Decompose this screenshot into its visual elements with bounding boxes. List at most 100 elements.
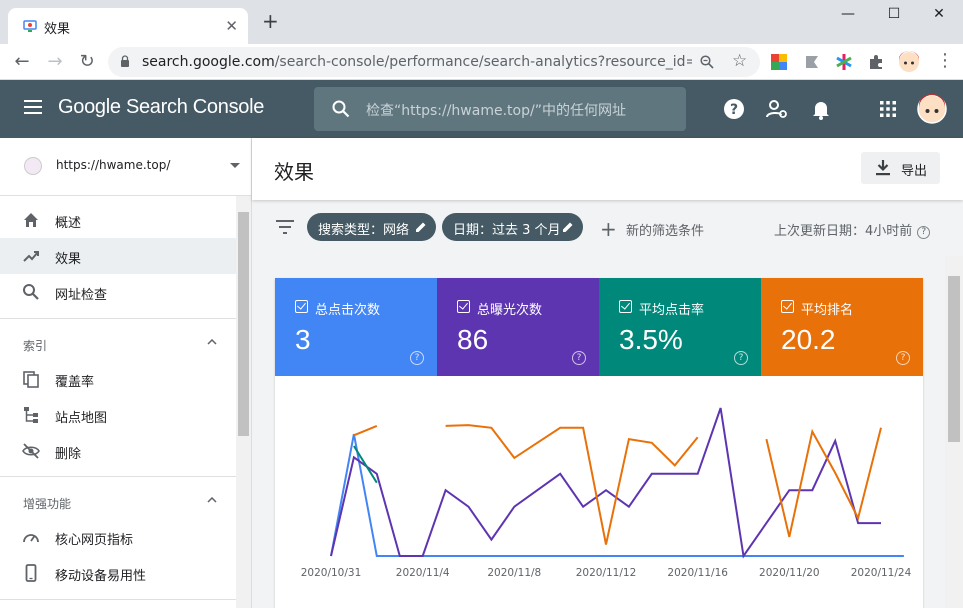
browser-tab[interactable]: 效果 ✕	[8, 8, 248, 44]
filter-chip-search-type[interactable]: 搜索类型：网络	[307, 213, 436, 241]
page-title-bar: 效果 导出	[252, 138, 963, 200]
search-placeholder: 检查“https://hwame.top/”中的任何网址	[366, 103, 626, 119]
section-title: 增强功能	[23, 497, 72, 511]
export-button[interactable]: 导出	[861, 152, 940, 184]
sidebar-item-label: 删除	[55, 447, 82, 462]
hamburger-menu-icon[interactable]	[24, 100, 42, 114]
metric-value: 3	[295, 324, 311, 355]
metric-label: 总曝光次数	[477, 303, 543, 318]
edit-pencil-icon	[416, 222, 426, 232]
filter-icon[interactable]	[276, 220, 294, 234]
chevron-up-icon	[207, 339, 217, 345]
edit-pencil-icon	[563, 222, 573, 232]
profile-avatar-icon[interactable]	[898, 51, 920, 73]
sidebar-divider	[0, 318, 236, 319]
help-circle-icon[interactable]: ?	[572, 351, 586, 365]
help-circle-icon[interactable]: ?	[410, 351, 424, 365]
sidebar-item-label: 效果	[55, 252, 82, 267]
metric-total-clicks[interactable]: 总点击次数 3 ?	[275, 278, 437, 376]
extensions-puzzle-icon[interactable]	[867, 53, 885, 71]
help-circle-icon[interactable]: ?	[917, 226, 931, 239]
tab-close-icon[interactable]: ✕	[225, 17, 238, 35]
browser-tab-bar: 效果 ✕ + — ☐ ✕	[0, 0, 963, 44]
chart-series-line[interactable]	[330, 407, 881, 559]
download-icon	[876, 160, 890, 176]
url-omnibox[interactable]: search.google.com/search-console/perform…	[108, 47, 760, 77]
account-avatar[interactable]	[917, 94, 947, 124]
checkbox-checked-icon	[781, 300, 794, 313]
metric-value: 20.2	[781, 324, 836, 355]
last-updated-label: 上次更新日期：4小时前	[774, 224, 913, 239]
extension-asterisk-icon[interactable]	[835, 53, 853, 71]
filter-chip-date[interactable]: 日期：过去 3 个月	[442, 213, 583, 241]
reload-icon[interactable]: ↻	[75, 50, 99, 74]
back-arrow-icon[interactable]: ←	[10, 50, 34, 74]
add-filter-label: 新的筛选条件	[626, 224, 705, 239]
app-logo[interactable]: Google Search Console	[58, 96, 264, 119]
page-title: 效果	[274, 160, 314, 184]
sidebar-scrollbar[interactable]	[236, 196, 251, 608]
help-icon[interactable]: ?	[722, 97, 746, 121]
search-console-favicon-icon	[23, 20, 37, 32]
chevron-up-icon	[207, 497, 217, 503]
home-icon	[24, 213, 38, 227]
sidebar-item-label: 概述	[55, 216, 82, 231]
url-inspect-search-input[interactable]: 检查“https://hwame.top/”中的任何网址	[314, 87, 686, 131]
metric-average-position[interactable]: 平均排名 20.2 ?	[761, 278, 923, 376]
extension-colorful-icon[interactable]	[770, 53, 788, 71]
property-selector[interactable]: https://hwame.top/	[0, 138, 251, 196]
user-settings-icon[interactable]	[765, 97, 789, 121]
sidebar-item-overview[interactable]: 概述	[0, 202, 236, 238]
sidebar-item-label: 核心网页指标	[55, 533, 134, 548]
chart-series-line[interactable]	[353, 424, 378, 437]
minimize-icon[interactable]: —	[838, 6, 858, 26]
zoom-icon[interactable]	[700, 55, 714, 69]
new-tab-button[interactable]: +	[262, 11, 279, 31]
url-text: search.google.com/search-console/perform…	[142, 54, 692, 70]
x-tick-label: 2020/11/16	[667, 567, 728, 579]
sidebar-item-core-web-vitals[interactable]: 核心网页指标	[0, 519, 236, 555]
filter-bar: 搜索类型：网络 日期：过去 3 个月 + 新的筛选条件 上次更新日期：4小时前?	[252, 200, 963, 256]
sidebar-item-removals[interactable]: 删除	[0, 433, 236, 469]
help-circle-icon[interactable]: ?	[734, 351, 748, 365]
section-header-enhancements[interactable]: 增强功能	[0, 487, 236, 517]
main-content: 效果 导出 搜索类型：网络 日期：过去 3 个月 + 新的筛选条件 上次更新日期…	[252, 138, 963, 608]
performance-line-chart[interactable]: 2020/10/31 2020/11/4 2020/11/8 2020/11/12 20…	[275, 376, 923, 608]
checkbox-checked-icon	[619, 300, 632, 313]
sidebar-item-coverage[interactable]: 覆盖率	[0, 361, 236, 397]
scrollbar-thumb[interactable]	[948, 276, 960, 442]
window-close-icon[interactable]: ✕	[929, 6, 949, 26]
metric-label: 平均点击率	[639, 303, 705, 318]
x-tick-label: 2020/11/4	[396, 567, 450, 579]
sidebar-divider	[0, 476, 236, 477]
svg-text:?: ?	[730, 102, 738, 118]
x-tick-label: 2020/11/24	[851, 567, 912, 579]
address-bar-row: ← → ↻ search.google.com/search-console/p…	[0, 44, 963, 80]
sidebar-item-label: 移动设备易用性	[55, 569, 147, 584]
sitemap-icon	[24, 407, 38, 423]
sidebar-item-url-inspection[interactable]: 网址检查	[0, 274, 236, 310]
bookmark-star-icon[interactable]: ☆	[732, 51, 747, 71]
dropdown-caret-icon	[230, 163, 240, 168]
chip-label: 日期：过去 3 个月	[453, 223, 561, 238]
x-tick-label: 2020/11/12	[576, 567, 637, 579]
browser-menu-icon[interactable]: ⋮	[936, 50, 954, 71]
apps-grid-icon[interactable]	[876, 97, 900, 121]
chart-series-line[interactable]	[353, 445, 378, 484]
sidebar-item-mobile-usability[interactable]: 移动设备易用性	[0, 555, 236, 591]
maximize-icon[interactable]: ☐	[884, 6, 904, 26]
help-circle-icon[interactable]: ?	[896, 351, 910, 365]
notifications-bell-icon[interactable]	[809, 97, 833, 121]
x-tick-label: 2020/11/8	[487, 567, 541, 579]
sidebar-item-performance[interactable]: 效果	[0, 238, 236, 274]
metric-average-ctr[interactable]: 平均点击率 3.5% ?	[599, 278, 761, 376]
scrollbar-thumb[interactable]	[238, 212, 249, 436]
sidebar-item-sitemaps[interactable]: 站点地图	[0, 397, 236, 433]
extension-flag-icon[interactable]	[803, 53, 821, 71]
main-scrollbar[interactable]	[945, 256, 963, 608]
chart-series-line[interactable]	[765, 427, 882, 538]
section-header-index[interactable]: 索引	[0, 329, 236, 359]
metric-total-impressions[interactable]: 总曝光次数 86 ?	[437, 278, 599, 376]
forward-arrow-icon[interactable]: →	[43, 50, 67, 74]
last-updated-text: 上次更新日期：4小时前?	[774, 220, 931, 239]
